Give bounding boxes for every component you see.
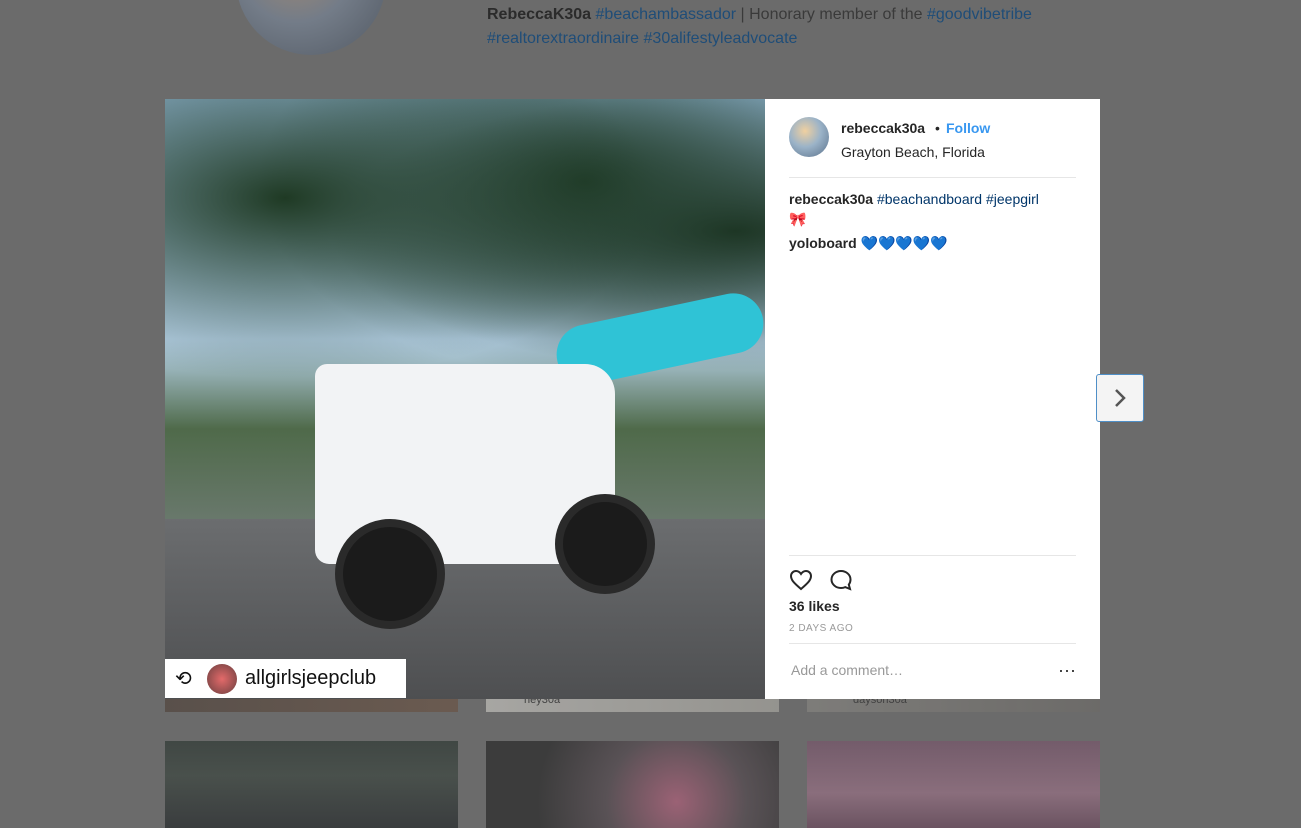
- profile-avatar: [236, 0, 386, 55]
- more-options-icon[interactable]: ···: [1058, 658, 1076, 682]
- post-modal: ⟲ allgirlsjeepclub rebeccak30a • Follow …: [165, 99, 1100, 699]
- author-avatar[interactable]: [789, 117, 829, 157]
- repost-badge: ⟲ allgirlsjeepclub: [165, 659, 406, 698]
- bio-hashtag[interactable]: #realtorextraordinaire: [487, 30, 639, 47]
- next-post-button[interactable]: [1096, 374, 1144, 422]
- grid-thumbnail[interactable]: [486, 741, 779, 828]
- chevron-right-icon: [1115, 389, 1126, 407]
- bio-hashtag[interactable]: #30alifestyleadvocate: [644, 30, 798, 47]
- photo-wheel: [555, 494, 655, 594]
- grid-thumbnail[interactable]: [165, 741, 458, 828]
- post-photo: ⟲ allgirlsjeepclub: [165, 99, 765, 699]
- comment-icon[interactable]: [829, 568, 855, 594]
- caption-username[interactable]: rebeccak30a: [789, 191, 873, 207]
- bio-text: | Honorary member of the: [736, 6, 927, 23]
- post-location[interactable]: Grayton Beach, Florida: [841, 144, 985, 160]
- caption-emoji: 🎀: [789, 211, 807, 227]
- post-sidebar: rebeccak30a • Follow Grayton Beach, Flor…: [789, 99, 1076, 699]
- repost-avatar: [207, 663, 237, 694]
- separator-dot: •: [935, 120, 940, 136]
- follow-button[interactable]: Follow: [946, 120, 990, 136]
- likes-count[interactable]: 36 likes: [789, 598, 840, 614]
- repost-icon: ⟲: [175, 667, 192, 690]
- comment-input[interactable]: [789, 658, 1043, 682]
- post-actions: 36 likes 2 DAYS AGO: [789, 555, 1076, 646]
- repost-username: allgirlsjeepclub: [245, 667, 377, 689]
- heart-icon[interactable]: [789, 568, 815, 594]
- bio-hashtag[interactable]: #goodvibetribe: [927, 6, 1032, 23]
- add-comment-bar: ···: [789, 643, 1076, 700]
- profile-bio: RebeccaK30a #beachambassador | Honorary …: [487, 3, 1107, 51]
- photo-wheel: [335, 519, 445, 629]
- bio-hashtag[interactable]: #beachambassador: [596, 6, 737, 23]
- caption-line: yoloboard 💙💙💙💙💙: [789, 235, 948, 251]
- author-username[interactable]: rebeccak30a: [841, 120, 925, 136]
- caption-hashtag[interactable]: #jeepgirl: [986, 191, 1039, 207]
- bio-username: RebeccaK30a: [487, 6, 592, 23]
- post-caption: rebeccak30a #beachandboard #jeepgirl 🎀 y…: [789, 189, 1076, 253]
- grid-thumbnail[interactable]: [807, 741, 1100, 828]
- post-header: rebeccak30a • Follow Grayton Beach, Flor…: [789, 117, 1076, 178]
- post-timestamp: 2 DAYS AGO: [789, 623, 854, 634]
- caption-hashtag[interactable]: #beachandboard: [877, 191, 982, 207]
